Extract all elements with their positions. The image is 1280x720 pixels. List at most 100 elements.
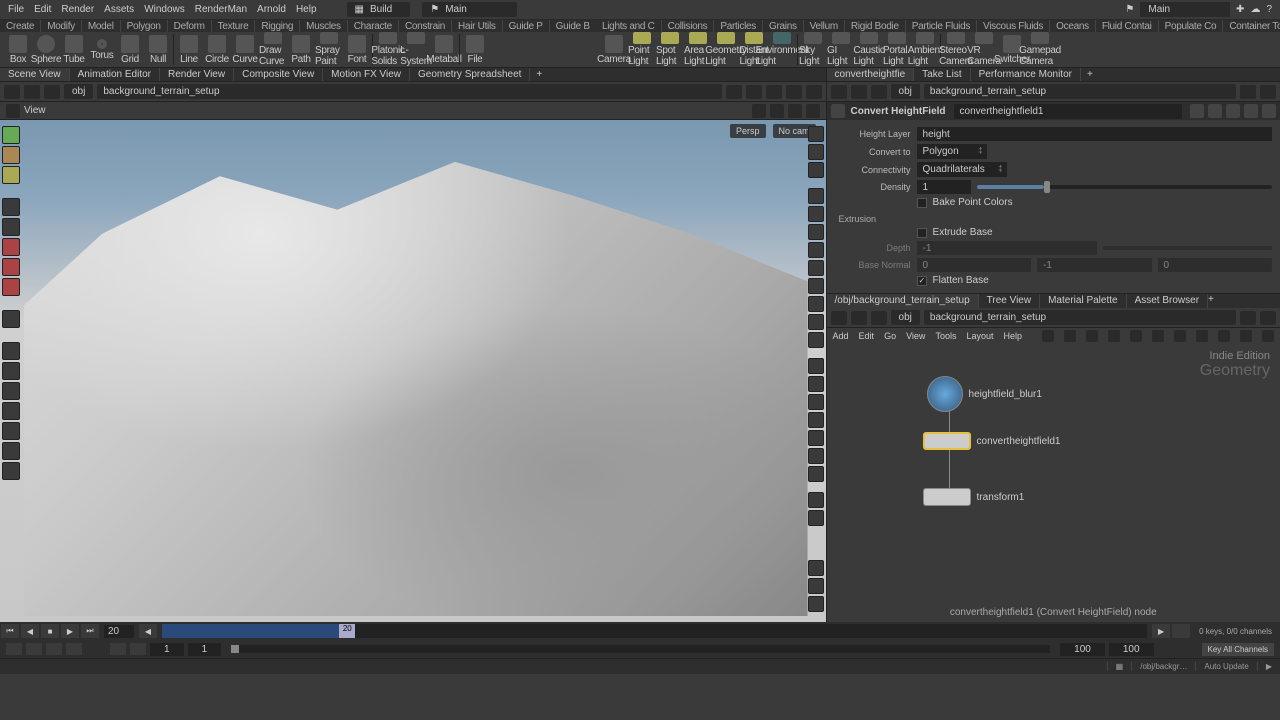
net-icon[interactable] — [1108, 330, 1120, 342]
play-next-icon[interactable]: ▶ — [61, 624, 79, 638]
shelf-tab[interactable]: Grains — [763, 20, 804, 32]
net-icon[interactable] — [1262, 330, 1274, 342]
shelf-tab[interactable]: Fluid Contai — [1096, 20, 1159, 32]
key-next-icon[interactable]: ▶ — [1152, 624, 1170, 638]
path-field[interactable]: background_terrain_setup — [97, 84, 721, 99]
view-opts-icon[interactable] — [806, 104, 820, 118]
tool-circle[interactable]: Circle — [203, 32, 231, 67]
shelf-tab[interactable]: Oceans — [1050, 20, 1096, 32]
red1-tool-icon[interactable] — [2, 238, 20, 256]
realtime-icon[interactable] — [66, 643, 82, 655]
field-depth[interactable]: -1 — [917, 241, 1098, 255]
net-icon[interactable] — [1174, 330, 1186, 342]
tab-compositeview[interactable]: Composite View — [234, 68, 323, 81]
global-start-field[interactable]: 1 — [150, 643, 184, 656]
tool-stereocam[interactable]: Stereo Camera — [942, 32, 970, 67]
shelf-tab[interactable]: Characte — [348, 20, 399, 32]
slider-depth[interactable] — [1103, 246, 1272, 250]
tab-geospread[interactable]: Geometry Spreadsheet — [410, 68, 530, 81]
menu-arnold[interactable]: Arnold — [257, 4, 286, 15]
tool-geolight[interactable]: Geometry Light — [712, 32, 740, 67]
focus-icon[interactable] — [1208, 104, 1222, 118]
net-icon[interactable] — [1130, 330, 1142, 342]
red2-tool-icon[interactable] — [2, 258, 20, 276]
tool-null[interactable]: Null — [144, 32, 172, 67]
r16-icon[interactable] — [808, 466, 824, 482]
r1-icon[interactable] — [808, 188, 824, 204]
shelf-tab[interactable]: Muscles — [300, 20, 348, 32]
tool-skylight[interactable]: Sky Light — [799, 32, 827, 67]
r8-icon[interactable] — [808, 314, 824, 330]
menu-renderman[interactable]: RenderMan — [195, 4, 247, 15]
tool-platonic[interactable]: Platonic Solids — [374, 32, 402, 67]
tool-causticlight[interactable]: Caustic Light — [855, 32, 883, 67]
tab-takelist[interactable]: Take List — [914, 68, 970, 81]
r11-icon[interactable] — [808, 376, 824, 392]
status-sel-icon[interactable]: ▦ — [1107, 662, 1132, 671]
tab-motionfx[interactable]: Motion FX View — [323, 68, 410, 81]
tool-box[interactable]: Box — [4, 32, 32, 67]
tool-font[interactable]: Font — [343, 32, 371, 67]
opt2-icon[interactable] — [786, 85, 802, 99]
tool-torus[interactable]: Torus — [88, 32, 116, 67]
timeline-track[interactable]: 20 — [162, 624, 1147, 638]
field-bn0[interactable]: 0 — [917, 258, 1031, 272]
play-first-icon[interactable]: ⏮ — [1, 624, 19, 638]
select-tool-icon[interactable] — [2, 126, 20, 144]
cloud-icon[interactable]: ☁ — [1250, 4, 1260, 15]
nav-back-icon[interactable] — [831, 311, 847, 325]
range-slider[interactable] — [231, 645, 1050, 653]
net-menu-add[interactable]: Add — [833, 331, 849, 341]
nav-fwd-icon[interactable] — [851, 311, 867, 325]
tool-curve[interactable]: Curve — [231, 32, 259, 67]
multi-tool-icon[interactable] — [2, 402, 20, 420]
field-density[interactable]: 1 — [917, 180, 971, 194]
net-menu-layout[interactable]: Layout — [966, 331, 993, 341]
opt-icon[interactable] — [1260, 311, 1276, 325]
edge-tool-icon[interactable] — [2, 382, 20, 400]
range-next-icon[interactable] — [130, 643, 146, 655]
shelf-tab[interactable]: Container Tools — [1223, 20, 1280, 32]
add-tab-icon[interactable]: + — [1081, 68, 1099, 81]
timeline-playhead[interactable]: 20 — [339, 624, 355, 638]
check-flattenbase[interactable] — [917, 276, 927, 286]
tool-pointlight[interactable]: Point Light — [628, 32, 656, 67]
net-menu-help[interactable]: Help — [1003, 331, 1022, 341]
menu-assets[interactable]: Assets — [104, 4, 134, 15]
node-type-icon[interactable] — [831, 104, 845, 118]
crumb-obj[interactable]: obj — [891, 310, 920, 325]
opt1-icon[interactable] — [766, 85, 782, 99]
main-take-left[interactable]: ⚑Main — [422, 2, 517, 17]
magnet-tool-icon[interactable] — [2, 146, 20, 164]
search-icon[interactable] — [1240, 330, 1252, 342]
tool-gilight[interactable]: GI Light — [827, 32, 855, 67]
node-transform[interactable]: transform1 — [923, 488, 1025, 506]
shelf-tab[interactable]: Hair Utils — [452, 20, 503, 32]
render-tool-icon[interactable] — [2, 462, 20, 480]
tool-drawcurve[interactable]: Draw Curve — [259, 32, 287, 67]
play-prev-icon[interactable]: ◀ — [21, 624, 39, 638]
ghost-icon[interactable] — [808, 162, 824, 178]
net-tab-current[interactable]: /obj/background_terrain_setup — [827, 294, 979, 308]
tool-spraypaint[interactable]: Spray Paint — [315, 32, 343, 67]
tool-camera[interactable]: Camera — [600, 32, 628, 67]
opt-icon[interactable] — [1260, 85, 1276, 99]
main-take-right[interactable]: Main — [1140, 2, 1230, 17]
tool-grid[interactable]: Grid — [116, 32, 144, 67]
tool-envlight[interactable]: Environment Light — [768, 32, 796, 67]
refresh-icon[interactable] — [746, 85, 762, 99]
menu-file[interactable]: File — [8, 4, 24, 15]
r15-icon[interactable] — [808, 448, 824, 464]
shelf-tab[interactable]: Populate Co — [1159, 20, 1224, 32]
tab-perfmon[interactable]: Performance Monitor — [971, 68, 1081, 81]
dropdown-connectivity[interactable]: Quadrilaterals — [917, 162, 1007, 177]
move-tool-icon[interactable] — [2, 218, 20, 236]
nav-back-icon[interactable] — [4, 85, 20, 99]
tool-sphere[interactable]: Sphere — [32, 32, 60, 67]
nav-home-icon[interactable] — [871, 311, 887, 325]
info-icon[interactable] — [1244, 104, 1258, 118]
shelf-tab[interactable]: Collisions — [662, 20, 715, 32]
net-icon[interactable] — [1042, 330, 1054, 342]
menu-edit[interactable]: Edit — [34, 4, 51, 15]
shelf-tab[interactable]: Texture — [212, 20, 256, 32]
